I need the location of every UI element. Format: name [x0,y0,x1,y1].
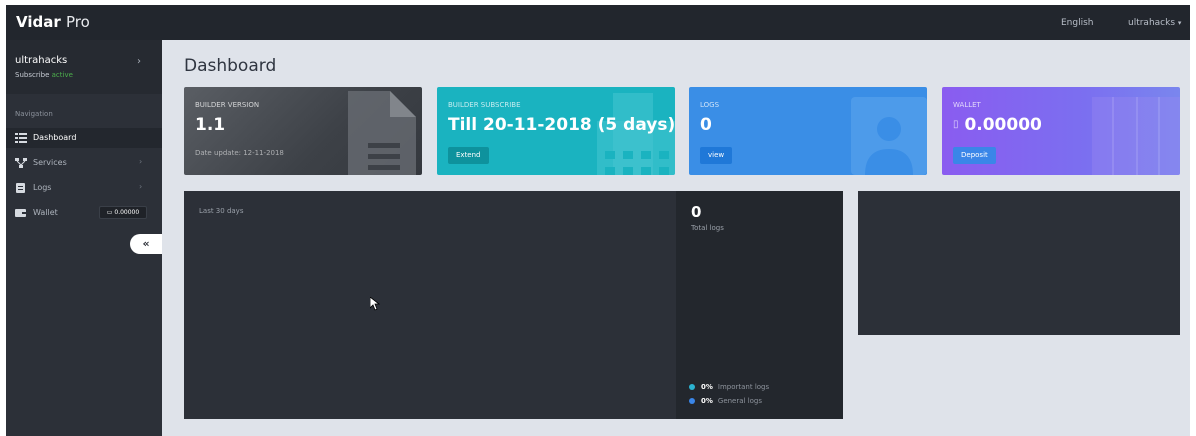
dashboard-icon [15,133,27,143]
total-logs-value: 0 [691,203,702,221]
sidebar-item-label: Wallet [33,208,58,217]
services-icon [15,158,27,168]
brand-logo[interactable]: Vidar Pro [16,13,90,31]
builder-update-date: Date update: 12-11-2018 [195,149,284,157]
sidebar-item-label: Services [33,158,67,167]
legend-important-logs: 0% Important logs [689,383,769,391]
collapse-sidebar-button[interactable]: « [130,234,162,254]
builder-subscribe-card: Builder subscribe Till 20-11-2018 (5 day… [437,87,675,175]
sidebar-item-wallet[interactable]: Wallet ▭ 0.00000 [6,203,162,223]
logs-chart-panel: Last 30 days 0 Total logs 0% Important lo… [184,191,843,419]
brand-suffix: Pro [65,13,90,31]
subscription-status: Subscribe active [15,71,73,79]
side-panel [858,191,1180,335]
legend-dot-icon [689,384,695,390]
brand-name: Vidar [16,13,61,31]
chevron-right-icon: › [137,56,141,67]
card-label: Logs [700,101,720,109]
top-navbar: Vidar Pro English ultrahacks ▾ [6,5,1190,40]
wallet-decor-icon [1092,97,1180,175]
builder-version-value: 1.1 [195,115,226,135]
card-label: Wallet [953,101,981,109]
builder-version-card: Builder version 1.1 Date update: 12-11-2… [184,87,422,175]
subscription-label: Subscribe [15,71,50,79]
wallet-balance: ▯ 0.00000 [953,115,1042,135]
sidebar-item-label: Logs [33,183,52,192]
legend-percent: 0% [701,397,713,405]
view-logs-button[interactable]: view [700,147,733,164]
wallet-icon [15,209,26,217]
card-label: Builder subscribe [448,101,521,109]
legend-percent: 0% [701,383,713,391]
legend-dot-icon [689,398,695,404]
subscription-active-badge: active [51,71,73,79]
deposit-button[interactable]: Deposit [953,147,996,164]
sidebar-item-dashboard[interactable]: Dashboard [6,128,162,148]
sidebar: ultrahacks Subscribe active › Navigation… [6,40,162,436]
coin-icon: ▯ [953,119,959,130]
chevron-right-icon: › [139,182,143,191]
total-logs-label: Total logs [691,224,724,232]
user-menu-label: ultrahacks [1128,18,1176,28]
wallet-balance-value: 0.00000 [114,209,140,216]
language-selector[interactable]: English [1061,18,1094,28]
card-label: Builder version [195,101,260,109]
caret-down-icon: ▾ [1177,19,1182,27]
app-window: Vidar Pro English ultrahacks ▾ ultrahack… [6,5,1190,436]
profile-block[interactable]: ultrahacks Subscribe active › [6,40,162,94]
logs-summary: 0 Total logs 0% Important logs 0% General … [676,191,843,419]
chevron-right-icon: › [139,157,143,166]
user-menu[interactable]: ultrahacks ▾ [1128,18,1181,28]
document-icon [348,91,416,175]
legend-general-logs: 0% General logs [689,397,762,405]
nav-heading: Navigation [15,110,53,118]
wallet-card: Wallet ▯ 0.00000 Deposit [942,87,1180,175]
page-title: Dashboard [184,56,277,76]
extend-button[interactable]: Extend [448,147,489,164]
legend-label: General logs [717,397,763,405]
logs-card: Logs 0 view [689,87,927,175]
profile-username: ultrahacks [15,55,68,66]
sidebar-item-services[interactable]: Services › [6,153,162,173]
chart-range-label: Last 30 days [199,207,244,215]
logs-icon [16,183,25,193]
mouse-cursor-icon [370,297,380,311]
legend-label: Important logs [717,383,770,391]
sidebar-item-logs[interactable]: Logs › [6,178,162,198]
sidebar-item-label: Dashboard [33,133,77,142]
user-icon [851,97,927,175]
wallet-balance-badge: ▭ 0.00000 [99,206,147,219]
subscription-expiry: Till 20-11-2018 (5 days) [448,115,675,135]
logs-count: 0 [700,115,712,135]
wallet-balance-amount: 0.00000 [964,115,1042,135]
